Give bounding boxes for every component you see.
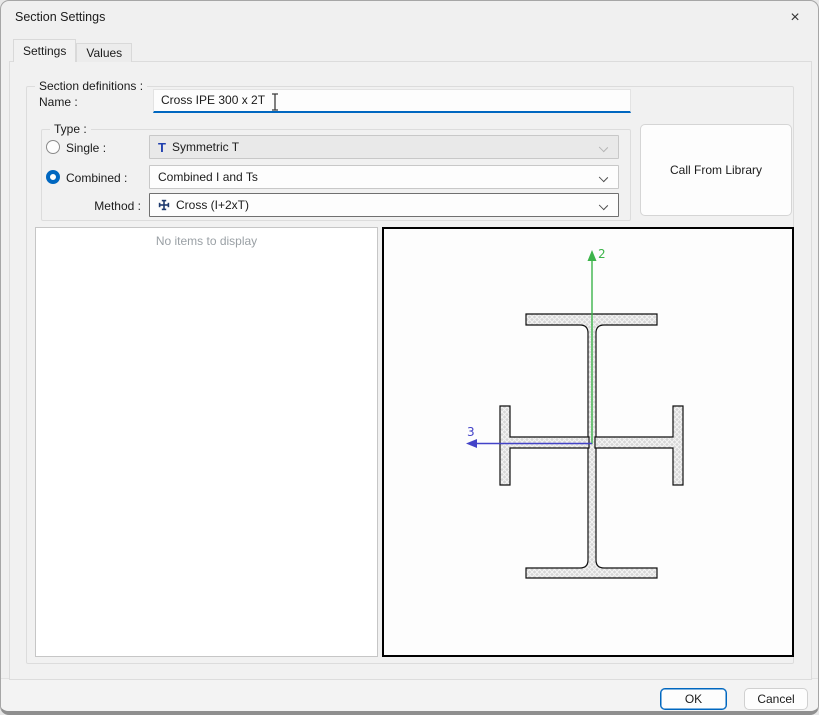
cancel-button[interactable]: Cancel (744, 688, 808, 710)
section-settings-dialog: Section Settings × Settings Values Secti… (0, 0, 819, 715)
chevron-down-icon (599, 201, 608, 210)
left-t-section-shape (500, 406, 589, 485)
axis-2-arrowhead (588, 250, 597, 261)
text-cursor-icon (270, 92, 280, 119)
axis-3-label: 3 (467, 425, 475, 439)
name-label: Name : (39, 95, 78, 109)
section-preview-panel: 2 3 (382, 227, 794, 657)
axis-2-label: 2 (598, 247, 606, 261)
single-label[interactable]: Single : (66, 141, 106, 155)
section-definitions-label: Section definitions : (35, 79, 147, 93)
combined-combobox[interactable]: Combined I and Ts (149, 165, 619, 189)
single-combobox-value: Symmetric T (172, 140, 239, 154)
close-icon[interactable]: × (780, 5, 810, 30)
cross-section-icon (158, 199, 170, 211)
method-combobox-value: Cross (I+2xT) (176, 198, 249, 212)
method-combobox[interactable]: Cross (I+2xT) (149, 193, 619, 217)
section-items-list[interactable]: No items to display (35, 227, 378, 657)
cross-section-drawing: 2 3 (384, 229, 792, 655)
settings-tab-page: Section definitions : Name : Cross IPE 3… (9, 61, 812, 680)
section-definitions-group: Section definitions : Name : Cross IPE 3… (26, 86, 794, 664)
name-value: Cross IPE 300 x 2T (161, 93, 265, 107)
name-input[interactable]: Cross IPE 300 x 2T (153, 89, 631, 113)
call-from-library-button[interactable]: Call From Library (640, 124, 792, 216)
combined-radio[interactable] (46, 170, 60, 184)
empty-list-text: No items to display (156, 234, 257, 248)
symmetric-t-icon: T (158, 141, 166, 154)
right-t-section-shape (595, 406, 683, 485)
combined-combobox-value: Combined I and Ts (158, 170, 258, 184)
tab-settings[interactable]: Settings (13, 39, 76, 62)
dialog-footer: OK Cancel (1, 678, 818, 715)
chevron-down-icon (599, 143, 608, 152)
tab-values[interactable]: Values (76, 43, 132, 62)
tab-strip: Settings Values (13, 39, 132, 62)
type-group: Type : Single : T Symmetric T Combined :… (41, 129, 631, 221)
axis-3-arrowhead (466, 439, 477, 448)
single-combobox: T Symmetric T (149, 135, 619, 159)
type-label: Type : (50, 122, 91, 136)
chevron-down-icon (599, 173, 608, 182)
window-title: Section Settings (15, 1, 105, 33)
method-label: Method : (86, 199, 141, 213)
single-radio[interactable] (46, 140, 60, 154)
titlebar: Section Settings × (1, 1, 818, 33)
combined-label[interactable]: Combined : (66, 171, 127, 185)
ok-button[interactable]: OK (660, 688, 727, 710)
